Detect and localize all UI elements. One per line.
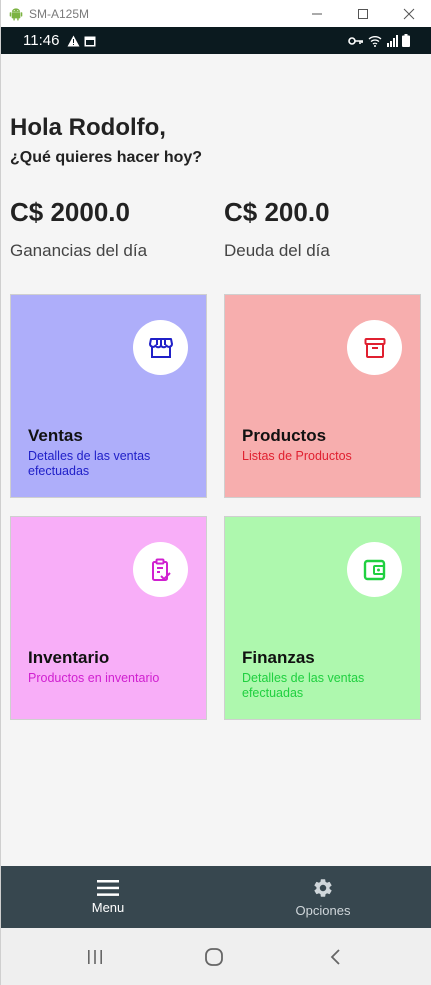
clipboard-check-icon [151,558,171,581]
earnings-label: Ganancias del día [10,241,148,260]
recent-apps-icon [88,949,102,964]
signal-icon [387,34,398,47]
debt-label: Deuda del día [224,241,330,260]
earnings-amount: C$ 2000.0 [10,197,130,227]
home-button[interactable] [184,928,244,985]
card-icon-circle [133,542,188,597]
system-navigation-bar [1,928,431,985]
warning-icon [67,35,80,46]
card-title: Finanzas [242,648,315,667]
close-button[interactable] [386,0,431,27]
home-screen: Hola Rodolfo, ¿Qué quieres hacer hoy? C$… [1,54,431,866]
app-window: SM-A125M 11:46 Hola Rodolfo, ¿Qué quiere… [0,0,431,985]
minimize-icon [312,13,322,14]
card-title: Inventario [28,648,110,667]
home-circle-icon [205,947,223,966]
recent-apps-button[interactable] [65,928,125,985]
archive-box-icon [364,337,385,358]
back-button[interactable] [305,928,365,985]
greeting-heading: Hola Rodolfo, [10,114,166,141]
gear-icon [314,878,332,897]
card-subtitle: Listas de Productos [242,449,352,463]
card-subtitle: Detalles de las ventas efectuadas [242,671,365,700]
card-subtitle: Productos en inventario [28,671,160,685]
card-title: Ventas [28,426,83,445]
status-bar: 11:46 [1,27,431,54]
status-time: 11:46 [23,32,60,49]
bottom-navigation: Menu Opciones [1,866,431,928]
key-icon [348,36,363,45]
battery-icon [402,34,410,47]
window-titlebar: SM-A125M [1,0,431,27]
debt-amount: C$ 200.0 [224,197,330,227]
back-chevron-icon [330,948,340,965]
card-subtitle: Detalles de las ventas efectuadas [28,449,151,478]
calendar-icon [84,36,96,46]
menu-icon [97,879,119,896]
store-icon [148,337,173,358]
maximize-button[interactable] [340,0,386,27]
card-inventario[interactable]: Inventario Productos en inventario [10,516,207,720]
android-icon [9,7,23,21]
nav-menu-button[interactable]: Menu [58,866,158,928]
maximize-icon [358,8,368,19]
nav-menu-label: Menu [91,899,125,915]
wifi-icon [368,35,382,47]
wallet-icon [363,559,385,580]
card-title: Productos [242,426,327,445]
card-productos[interactable]: Productos Listas de Productos [224,294,421,498]
card-icon-circle [133,320,188,375]
nav-options-label: Opciones [295,902,351,918]
card-icon-circle [347,320,402,375]
window-title: SM-A125M [29,6,90,21]
card-finanzas[interactable]: Finanzas Detalles de las ventas efectuad… [224,516,421,720]
card-ventas[interactable]: Ventas Detalles de las ventas efectuadas [10,294,207,498]
minimize-button[interactable] [294,0,340,27]
nav-options-button[interactable]: Opciones [273,866,373,928]
greeting-subtitle: ¿Qué quieres hacer hoy? [10,149,203,166]
close-icon [403,8,415,19]
card-icon-circle [347,542,402,597]
